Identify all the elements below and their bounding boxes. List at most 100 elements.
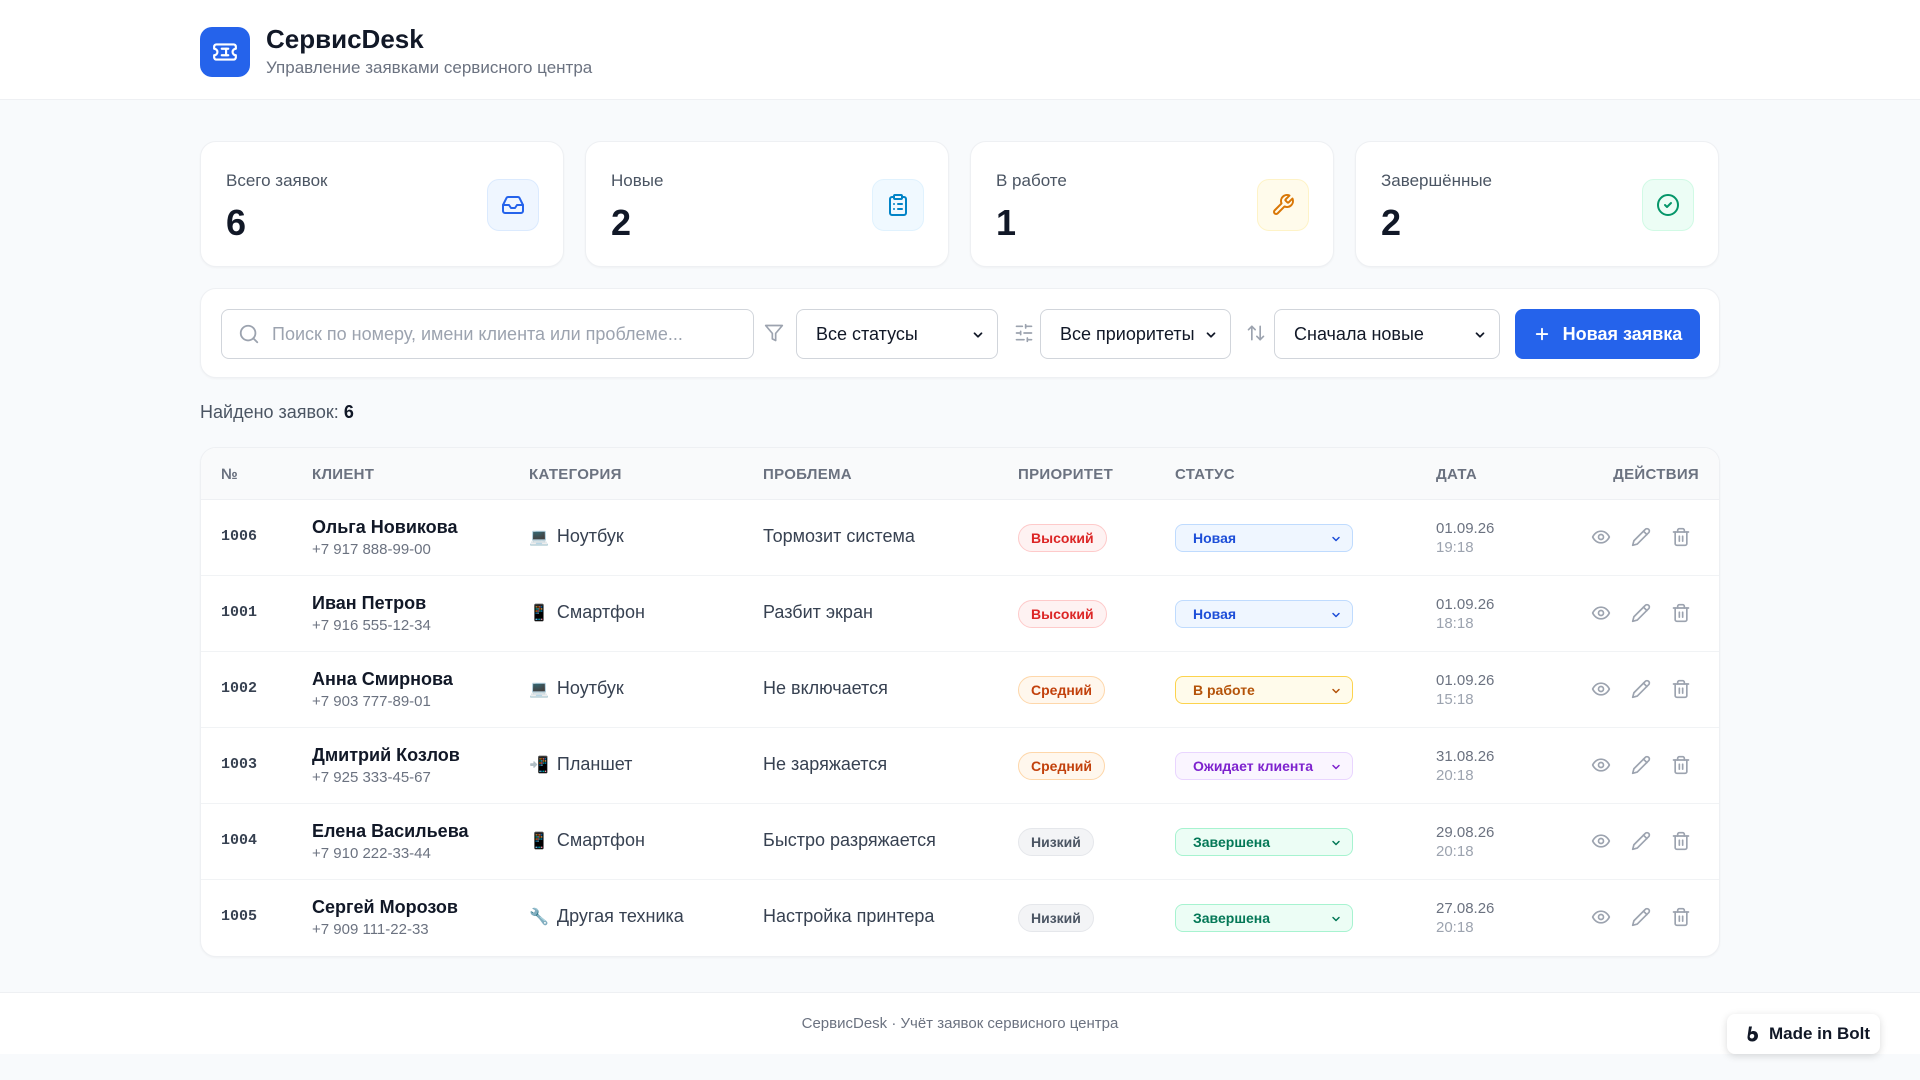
table-header: № КЛИЕНТ КАТЕГОРИЯ ПРОБЛЕМА ПРИОРИТЕТ СТ… <box>201 448 1719 500</box>
chevron-down-icon <box>1206 332 1216 338</box>
sort-select[interactable]: Сначала новые <box>1274 309 1500 359</box>
stat-card-new: Новые 2 <box>585 141 949 267</box>
app-header: СервисDesk Управление заявками сервисног… <box>0 0 1920 100</box>
search-input[interactable] <box>272 323 732 345</box>
made-in-bolt-badge[interactable]: Made in Bolt <box>1727 1014 1880 1054</box>
edit-button[interactable] <box>1631 601 1651 625</box>
trash-icon <box>1672 907 1690 927</box>
delete-button[interactable] <box>1671 677 1691 701</box>
edit-button[interactable] <box>1631 905 1651 929</box>
col-date: ДАТА <box>1436 466 1478 483</box>
priority-filter-select[interactable]: Все приоритеты <box>1040 309 1231 359</box>
row-actions <box>1591 905 1691 929</box>
row-actions <box>1591 525 1691 549</box>
pencil-icon <box>1631 527 1651 547</box>
page-footer: СервисDesk · Учёт заявок сервисного цент… <box>0 992 1920 1054</box>
col-status: СТАТУС <box>1175 466 1235 483</box>
search-box[interactable] <box>221 309 754 359</box>
status-select[interactable]: Завершена <box>1175 828 1353 856</box>
status-select[interactable]: В работе <box>1175 676 1353 704</box>
view-button[interactable] <box>1591 525 1611 549</box>
col-client: КЛИЕНТ <box>312 466 375 483</box>
date-cell: 27.08.26 20:18 <box>1436 899 1494 937</box>
status-select[interactable]: Ожидает клиента <box>1175 752 1353 780</box>
problem-text: Разбит экран <box>763 602 873 622</box>
client-phone: +7 916 555-12-34 <box>312 617 431 634</box>
eye-icon <box>1591 530 1611 544</box>
client-name: Иван Петров <box>312 593 427 613</box>
footer-text: СервисDesk · Учёт заявок сервисного цент… <box>801 1015 1119 1032</box>
category-cell: 📲 Планшет <box>529 754 632 775</box>
time-value: 18:18 <box>1436 615 1474 632</box>
edit-button[interactable] <box>1631 753 1651 777</box>
client-phone: +7 925 333-45-67 <box>312 769 431 786</box>
view-button[interactable] <box>1591 753 1611 777</box>
edit-button[interactable] <box>1631 829 1651 853</box>
view-button[interactable] <box>1591 677 1611 701</box>
request-number: 1005 <box>221 908 258 925</box>
sort-icon <box>1246 322 1266 349</box>
chevron-down-icon <box>1475 332 1485 338</box>
requests-table: № КЛИЕНТ КАТЕГОРИЯ ПРОБЛЕМА ПРИОРИТЕТ СТ… <box>200 447 1720 957</box>
problem-text: Не заряжается <box>763 754 888 774</box>
category-label: Смартфон <box>556 830 645 850</box>
table-row: 1005 Сергей Морозов +7 909 111-22-33 🔧 Друга… <box>201 880 1719 956</box>
delete-button[interactable] <box>1671 905 1691 929</box>
table-row: 1002 Анна Смирнова +7 903 777-89-01 💻 Ноутбу… <box>201 652 1719 728</box>
delete-button[interactable] <box>1671 601 1691 625</box>
date-value: 27.08.26 <box>1436 900 1495 917</box>
eye-icon <box>1591 758 1611 772</box>
results-count-label: Найдено заявок: <box>200 402 339 422</box>
status-filter-select[interactable]: Все статусы <box>796 309 998 359</box>
delete-button[interactable] <box>1671 829 1691 853</box>
time-value: 15:18 <box>1436 691 1474 708</box>
view-button[interactable] <box>1591 601 1611 625</box>
status-select[interactable]: Новая <box>1175 600 1353 628</box>
table-row: 1003 Дмитрий Козлов +7 925 333-45-67 📲 Планш… <box>201 728 1719 804</box>
trash-icon <box>1672 603 1690 623</box>
chevron-down-icon <box>1332 840 1340 846</box>
request-number: 1003 <box>221 756 258 773</box>
eye-icon <box>1591 834 1611 848</box>
pencil-icon <box>1631 907 1651 927</box>
filter-toolbar: Все статусы Все приоритеты Сначала новые <box>200 288 1720 378</box>
table-row: 1001 Иван Петров +7 916 555-12-34 📱 Смартфон… <box>201 576 1719 652</box>
date-value: 01.09.26 <box>1436 672 1495 689</box>
status-value: Завершена <box>1193 910 1271 926</box>
status-select[interactable]: Завершена <box>1175 904 1353 932</box>
delete-button[interactable] <box>1671 525 1691 549</box>
category-icon: 🔧 <box>529 908 549 926</box>
table-row: 1006 Ольга Новикова +7 917 888-99-00 💻 Ноутб… <box>201 500 1719 576</box>
request-number: 1004 <box>221 832 258 849</box>
ticket-icon <box>200 27 250 77</box>
status-select[interactable]: Новая <box>1175 524 1353 552</box>
view-button[interactable] <box>1591 905 1611 929</box>
col-actions: ДЕЙСТВИЯ <box>1613 466 1699 483</box>
date-value: 01.09.26 <box>1436 596 1495 613</box>
eye-icon <box>1591 682 1611 696</box>
category-cell: 📱 Смартфон <box>529 830 645 851</box>
edit-button[interactable] <box>1631 677 1651 701</box>
col-priority: ПРИОРИТЕТ <box>1018 466 1114 483</box>
search-icon <box>239 324 259 344</box>
priority-filter-value: Все приоритеты <box>1060 323 1195 344</box>
results-count: Найдено заявок: 6 <box>200 401 1720 423</box>
edit-button[interactable] <box>1631 525 1651 549</box>
time-value: 20:18 <box>1436 767 1474 784</box>
view-button[interactable] <box>1591 829 1611 853</box>
delete-button[interactable] <box>1671 753 1691 777</box>
chevron-down-icon <box>1332 536 1340 542</box>
category-icon: 📱 <box>529 604 549 622</box>
date-value: 01.09.26 <box>1436 520 1495 537</box>
chevron-down-icon <box>973 332 983 338</box>
time-value: 19:18 <box>1436 539 1474 556</box>
request-number: 1001 <box>221 604 258 621</box>
category-label: Смартфон <box>556 602 645 622</box>
pencil-icon <box>1631 831 1651 851</box>
stat-card-total: Всего заявок 6 <box>200 141 564 267</box>
new-request-button[interactable]: Новая заявка <box>1515 309 1700 359</box>
time-value: 20:18 <box>1436 919 1474 936</box>
client-name: Сергей Морозов <box>312 897 458 917</box>
table-row: 1004 Елена Васильева +7 910 222-33-44 📱 Смар… <box>201 804 1719 880</box>
category-cell: 💻 Ноутбук <box>529 526 624 547</box>
